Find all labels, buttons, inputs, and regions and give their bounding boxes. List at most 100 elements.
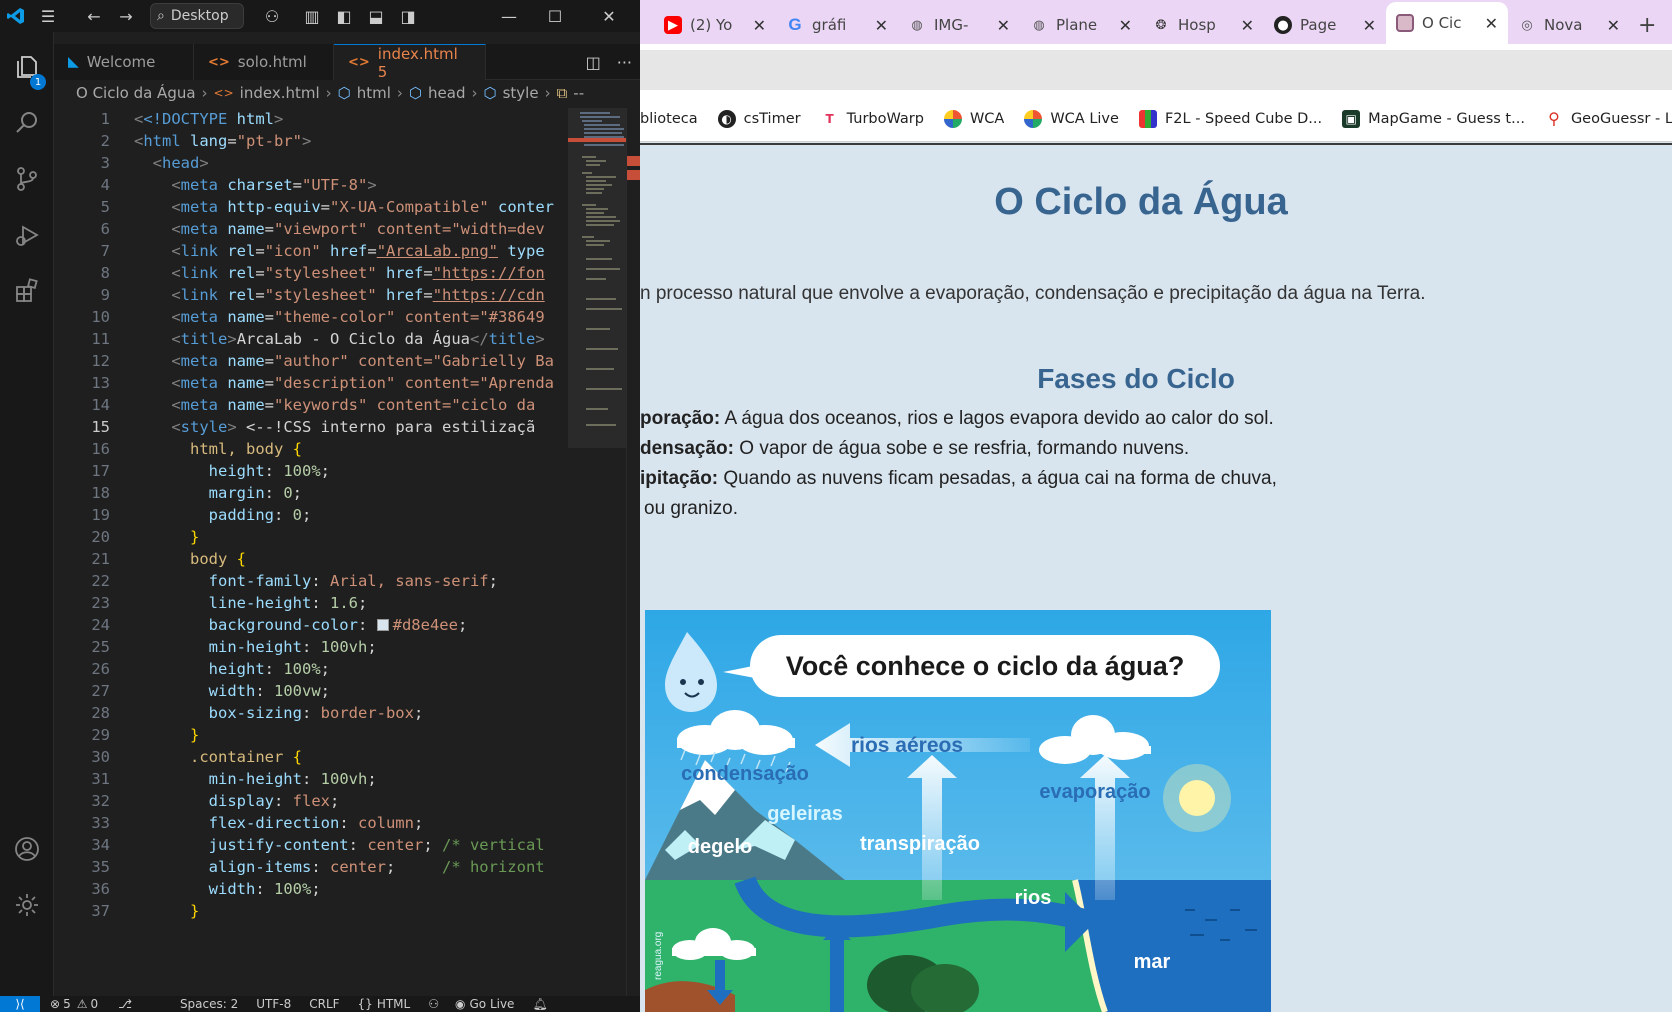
close-tab-icon[interactable]: ✕ (753, 16, 766, 35)
close-tab-icon[interactable]: ✕ (1241, 16, 1254, 35)
explorer-badge: 1 (30, 74, 46, 90)
browser-tab-active[interactable]: O Cic ✕ (1386, 2, 1508, 44)
arcalab-icon (1396, 14, 1414, 32)
browser-tab[interactable]: ◍ IMG- ✕ (898, 6, 1020, 44)
remote-icon[interactable]: ⟩⟨ (0, 996, 40, 1012)
indentation-status[interactable]: Spaces: 2 (180, 997, 238, 1011)
editor-scrollbar[interactable] (626, 108, 641, 996)
cstimer-icon: ◐ (717, 109, 736, 128)
back-arrow-icon[interactable]: ← (78, 0, 110, 32)
bookmark-label: GeoGuessr - Let's e... (1570, 110, 1672, 127)
bookmark-item[interactable]: T TurboWarp (811, 110, 934, 128)
tab-title: Hosp (1178, 16, 1216, 34)
bookmark-item[interactable]: WCA (934, 109, 1014, 128)
globe-icon: ◍ (1033, 17, 1045, 33)
customize-layout-icon[interactable]: ▥ (296, 0, 328, 32)
copilot-icon[interactable]: ⚇ (256, 0, 288, 32)
bookmark-item[interactable]: ▣ MapGame - Guess t... (1332, 109, 1535, 128)
notifications-bell-icon[interactable]: 🔔︎ (532, 997, 547, 1011)
vscode-window: ☰ ← → ⌕ Desktop ⚇ ▥ ◧ ⬓ ◨ — ☐ ✕ 1 ◣ Welc… (0, 0, 641, 1012)
editor-tabs: ◣ Welcome <> solo.html <> index.html 5 ◫… (54, 44, 640, 81)
warning-count[interactable]: 0 (90, 997, 98, 1011)
tab-solo-html[interactable]: <> solo.html (194, 44, 334, 80)
command-center-search[interactable]: ⌕ Desktop (150, 3, 244, 29)
line-number: 22 (91, 572, 110, 590)
close-button[interactable]: ✕ (586, 0, 632, 32)
bookmark-item[interactable]: F2L - Speed Cube D... (1129, 109, 1332, 128)
breadcrumb-symbol[interactable]: -- (573, 84, 584, 102)
source-control-icon[interactable] (0, 154, 54, 204)
breadcrumb-style[interactable]: style (503, 84, 539, 102)
bookmark-item[interactable]: ◐ csTimer (708, 109, 811, 128)
close-tab-icon[interactable]: ✕ (875, 16, 888, 35)
line-number: 25 (91, 638, 110, 656)
encoding-status[interactable]: UTF-8 (256, 997, 291, 1011)
image-watermark: reagua.org (653, 932, 664, 980)
github-icon: ● (1274, 16, 1292, 34)
close-tab-icon[interactable]: ✕ (1119, 16, 1132, 35)
code-line: <meta name="viewport" content="width=dev (171, 220, 545, 238)
error-count[interactable]: 5 (63, 997, 71, 1011)
ports-icon[interactable]: ⎇ (118, 997, 132, 1011)
address-bar[interactable] (640, 50, 1672, 90)
web-page-content: O Ciclo da Água n processo natural que e… (640, 143, 1672, 1012)
code-editor[interactable]: 1 <<!DOCTYPE html> 2 <html lang="pt-br"> 3… (54, 108, 568, 996)
code-line: .container { (190, 748, 303, 766)
run-debug-icon[interactable] (0, 210, 54, 260)
browser-tab[interactable]: ◍ Plane ✕ (1020, 6, 1142, 44)
browser-tab[interactable]: ● Page ✕ (1264, 6, 1386, 44)
explorer-icon[interactable]: 1 (0, 42, 54, 92)
minimize-button[interactable]: — (486, 0, 532, 32)
browser-tab[interactable]: ▶ (2) Yo ✕ (654, 6, 776, 44)
forward-arrow-icon[interactable]: → (110, 0, 142, 32)
close-tab-icon[interactable]: ✕ (1607, 16, 1620, 35)
minimap[interactable] (568, 108, 626, 996)
copilot-icon[interactable]: ⚇ (428, 997, 439, 1011)
globe-icon: ◍ (911, 17, 923, 33)
accounts-icon[interactable] (0, 824, 54, 874)
chevron-right-icon: › (396, 84, 403, 102)
go-live-button[interactable]: Go Live (469, 997, 514, 1011)
tab-welcome[interactable]: ◣ Welcome (54, 44, 194, 80)
bookmark-item[interactable]: blioteca (640, 111, 708, 127)
breadcrumb-file[interactable]: index.html (240, 84, 320, 102)
line-number: 17 (91, 462, 110, 480)
breadcrumb-folder[interactable]: O Ciclo da Água (76, 84, 196, 102)
toggle-secondary-sidebar-icon[interactable]: ◨ (392, 0, 424, 32)
bookmark-item[interactable]: WCA Live (1014, 109, 1129, 128)
more-actions-icon[interactable]: ··· (617, 53, 632, 72)
toggle-panel-icon[interactable]: ⬓ (360, 0, 392, 32)
browser-tab[interactable]: ◎ Nova ✕ (1508, 6, 1630, 44)
close-tab-icon[interactable]: ✕ (1363, 16, 1376, 35)
line-number: 6 (100, 220, 110, 238)
code-token: type (498, 242, 545, 260)
phase-item: poração: A água dos oceanos, rios e lago… (640, 408, 1274, 430)
split-editor-icon[interactable]: ◫ (586, 53, 601, 72)
close-tab-icon[interactable]: ✕ (997, 16, 1010, 35)
breadcrumb-html[interactable]: html (357, 84, 391, 102)
eol-status[interactable]: CRLF (309, 997, 339, 1011)
google-icon: G (788, 15, 802, 34)
toggle-sidebar-icon[interactable]: ◧ (328, 0, 360, 32)
browser-tab[interactable]: ❂ Hosp ✕ (1142, 6, 1264, 44)
chevron-right-icon: › (325, 84, 332, 102)
new-tab-button[interactable]: + (1638, 6, 1656, 44)
menu-icon[interactable]: ☰ (32, 0, 64, 32)
browser-window: ▶ (2) Yo ✕ G gráfi ✕ ◍ IMG- ✕ ◍ Plane ✕ … (640, 0, 1672, 1012)
code-token: border-box (320, 704, 414, 722)
settings-gear-icon[interactable] (0, 880, 54, 930)
tab-index-html[interactable]: <> index.html 5 (334, 44, 486, 81)
code-token: content="#38649 (395, 308, 545, 326)
breadcrumb-head[interactable]: head (428, 84, 465, 102)
language-status[interactable]: HTML (377, 997, 410, 1011)
bookmark-item[interactable]: ⚲ GeoGuessr - Let's e... (1535, 109, 1672, 128)
search-icon[interactable] (0, 98, 54, 148)
color-swatch[interactable] (376, 619, 389, 631)
browser-tab[interactable]: G gráfi ✕ (776, 6, 898, 44)
location-pin-icon: ⚲ (1548, 109, 1560, 128)
code-line: <meta name="keywords" content="ciclo da (171, 396, 536, 414)
extensions-icon[interactable] (0, 266, 54, 316)
line-number: 19 (91, 506, 110, 524)
close-tab-icon[interactable]: ✕ (1485, 14, 1498, 33)
maximize-button[interactable]: ☐ (532, 0, 578, 32)
